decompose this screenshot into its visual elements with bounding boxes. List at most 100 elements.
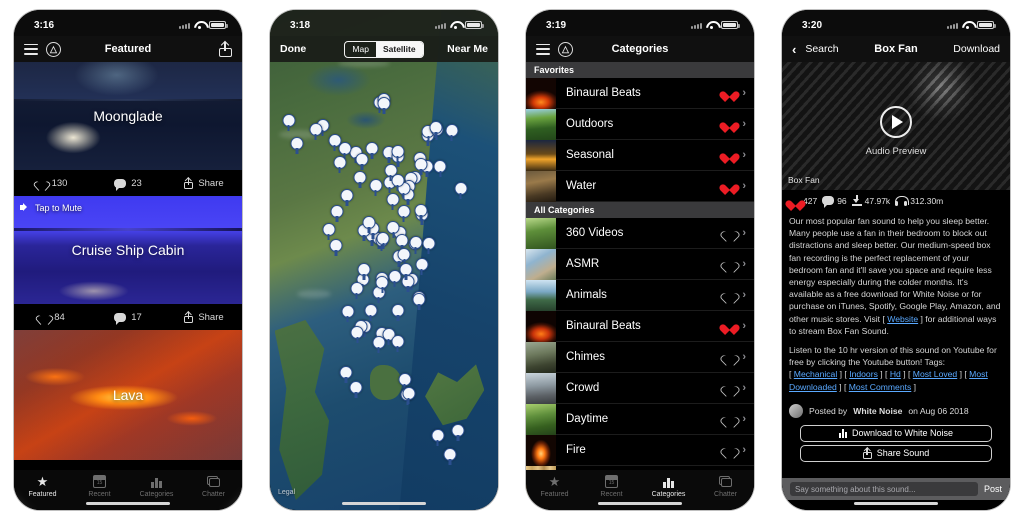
category-row[interactable]: Binaural Beats › <box>526 310 754 342</box>
category-row[interactable]: Water › <box>526 170 754 202</box>
share-button[interactable]: Share <box>166 311 242 323</box>
map-pin-icon[interactable] <box>282 114 295 132</box>
category-row[interactable]: Binaural Beats › <box>526 77 754 109</box>
tab-categories[interactable]: Categories <box>128 474 185 498</box>
map-pin-icon[interactable] <box>422 236 436 254</box>
heart-outline-icon[interactable] <box>723 351 736 363</box>
map-pin-icon[interactable] <box>309 122 323 140</box>
card-image-moonglade[interactable]: Moonglade <box>14 62 242 170</box>
chevron-right-icon[interactable]: › <box>742 351 746 363</box>
chevron-right-icon[interactable]: › <box>742 118 746 130</box>
download-button[interactable]: Download <box>953 43 1000 55</box>
app-logo-icon[interactable]: △ <box>558 41 573 57</box>
chevron-right-icon[interactable]: › <box>742 444 746 456</box>
heart-outline-icon[interactable] <box>723 227 736 239</box>
map-pin-icon[interactable] <box>362 216 376 234</box>
map-pin-icon[interactable] <box>350 281 364 299</box>
tag-link[interactable]: Most Loved <box>913 369 957 379</box>
map-pin-icon[interactable] <box>290 136 304 154</box>
sound-hero-image[interactable]: Audio Preview Box Fan <box>782 62 1010 190</box>
map-pin-icon[interactable] <box>357 262 371 280</box>
map-pin-icon[interactable] <box>391 335 405 353</box>
category-row[interactable]: Fire › <box>526 434 754 466</box>
hamburger-icon[interactable] <box>536 43 550 55</box>
tag-link[interactable]: Indoors <box>849 369 878 379</box>
tag-list[interactable]: [ Mechanical ] [ Indoors ] [ Hd ] [ Most… <box>789 369 988 391</box>
chevron-right-icon[interactable]: › <box>742 258 746 270</box>
heart-outline-icon[interactable] <box>723 413 736 425</box>
map-pin-icon[interactable] <box>429 121 443 139</box>
heart-filled-icon[interactable] <box>723 149 736 161</box>
map-pin-icon[interactable] <box>375 275 389 293</box>
heart-outline-icon[interactable] <box>723 382 736 394</box>
map-pin-icon[interactable] <box>376 232 390 250</box>
chevron-right-icon[interactable]: › <box>742 149 746 161</box>
map-pin-icon[interactable] <box>415 258 429 276</box>
map-pin-icon[interactable] <box>329 238 343 256</box>
map-legal-label[interactable]: Legal <box>278 489 295 496</box>
near-me-button[interactable]: Near Me <box>447 43 488 55</box>
chevron-right-icon[interactable]: › <box>742 320 746 332</box>
category-row[interactable]: Seasonal › <box>526 139 754 171</box>
map-pin-icon[interactable] <box>369 178 383 196</box>
category-row[interactable]: Daytime › <box>526 403 754 435</box>
map-pin-icon[interactable] <box>433 160 447 178</box>
category-row[interactable]: Outdoors › <box>526 108 754 140</box>
chevron-right-icon[interactable]: › <box>742 382 746 394</box>
back-button[interactable]: ‹ Search <box>792 43 839 56</box>
category-row[interactable]: ASMR › <box>526 248 754 280</box>
heart-filled-icon[interactable] <box>723 320 736 332</box>
share-icon[interactable] <box>219 41 232 57</box>
tab-featured[interactable]: ★ Featured <box>526 474 583 498</box>
map-pin-icon[interactable] <box>391 303 405 321</box>
feed-card[interactable]: Tap to Mute Cruise Ship Cabin 84 17 Shar… <box>14 196 242 330</box>
comment-button[interactable]: 23 <box>90 178 166 191</box>
tab-featured[interactable]: ★ Featured <box>14 474 71 498</box>
chevron-right-icon[interactable]: › <box>742 87 746 99</box>
map-pin-icon[interactable] <box>443 448 457 466</box>
segment-map[interactable]: Map <box>345 42 376 57</box>
map-pin-icon[interactable] <box>386 192 400 210</box>
featured-feed[interactable]: Moonglade 130 23 Share Tap to Mute Cruis… <box>14 62 242 510</box>
card-image-cruise[interactable]: Tap to Mute Cruise Ship Cabin <box>14 196 242 304</box>
post-button[interactable]: Post <box>984 484 1002 494</box>
map-pin-icon[interactable] <box>340 188 354 206</box>
heart-outline-icon[interactable] <box>723 444 736 456</box>
map-pin-icon[interactable] <box>364 303 378 321</box>
map-pin-icon[interactable] <box>330 205 344 223</box>
map-pin-icon[interactable] <box>341 305 355 323</box>
chevron-right-icon[interactable]: › <box>742 180 746 192</box>
tab-recent[interactable]: 15 Recent <box>583 474 640 498</box>
tab-recent[interactable]: 15 Recent <box>71 474 128 498</box>
feed-card[interactable]: Moonglade 130 23 Share <box>14 62 242 196</box>
map-pin-icon[interactable] <box>391 174 405 192</box>
app-logo-icon[interactable]: △ <box>46 41 61 57</box>
map-pin-icon[interactable] <box>451 423 465 441</box>
tag-link[interactable]: Most Comments <box>849 382 912 392</box>
map-pin-icon[interactable] <box>454 181 468 199</box>
map-pin-icon[interactable] <box>350 326 364 344</box>
like-button[interactable]: 130 <box>14 178 90 189</box>
heart-filled-icon[interactable] <box>723 180 736 192</box>
category-row[interactable]: Animals › <box>526 279 754 311</box>
chevron-right-icon[interactable]: › <box>742 227 746 239</box>
category-row[interactable]: 360 Videos › <box>526 217 754 249</box>
segment-satellite[interactable]: Satellite <box>375 41 423 57</box>
map-canvas[interactable]: Legal <box>270 10 498 510</box>
map-pin-icon[interactable] <box>355 153 369 171</box>
map-pin-icon[interactable] <box>402 386 416 404</box>
feed-card[interactable]: Lava <box>14 330 242 460</box>
map-pin-icon[interactable] <box>333 156 347 174</box>
download-to-white-noise-button[interactable]: Download to White Noise <box>800 424 992 442</box>
author-name[interactable]: White Noise <box>853 406 902 416</box>
hamburger-icon[interactable] <box>24 43 38 55</box>
website-link[interactable]: Website <box>887 314 918 324</box>
map-pin-icon[interactable] <box>349 380 363 398</box>
play-icon[interactable] <box>880 106 912 139</box>
comment-button[interactable]: 17 <box>90 312 166 325</box>
heart-filled-icon[interactable] <box>723 118 736 130</box>
map-pin-icon[interactable] <box>409 236 423 254</box>
heart-outline-icon[interactable] <box>723 258 736 270</box>
tab-chatter[interactable]: Chatter <box>185 474 242 498</box>
card-image-lava[interactable]: Lava <box>14 330 242 460</box>
